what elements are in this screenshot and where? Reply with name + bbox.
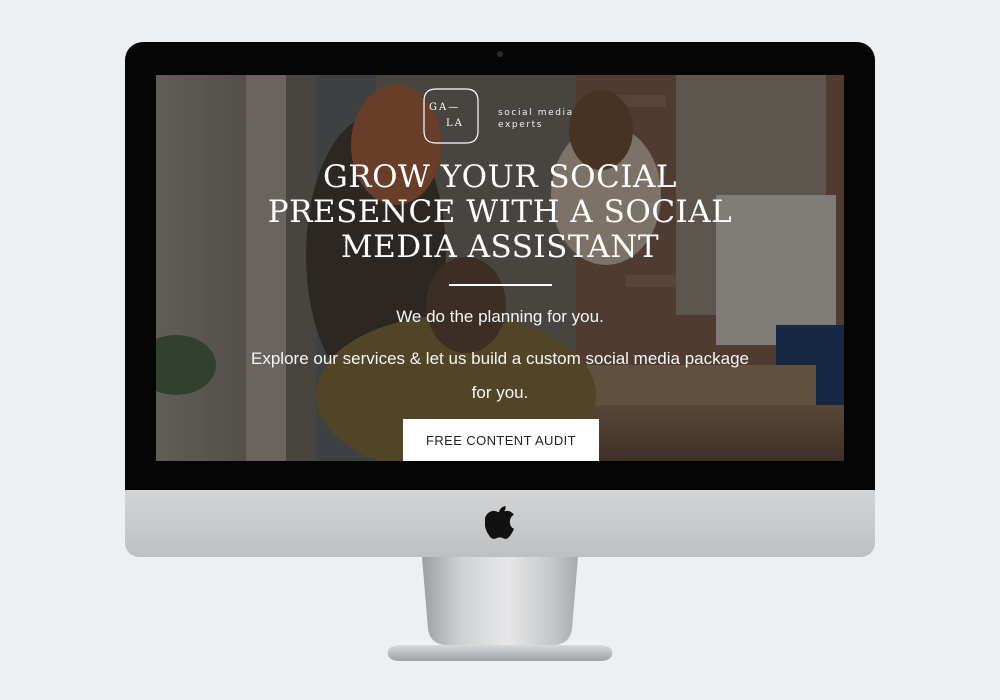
free-content-audit-button[interactable]: FREE CONTENT AUDIT — [403, 419, 599, 461]
headline-divider — [449, 284, 552, 286]
monitor-stand — [387, 557, 613, 661]
headline-line-3: MEDIA ASSISTANT — [340, 229, 660, 265]
gala-logo-mark: GA— LA — [422, 87, 480, 145]
tagline-line-2: experts — [498, 120, 544, 130]
logo-text-top: GA— — [429, 102, 461, 113]
product-mockup: GA— LA social media experts GROW YOUR SO… — [0, 0, 1000, 700]
apple-logo-icon — [485, 506, 514, 539]
tagline-line-1: social media — [498, 108, 574, 118]
hero-section: GA— LA social media experts GROW YOUR SO… — [156, 75, 844, 461]
site-logo[interactable]: GA— LA social media experts — [422, 87, 622, 145]
headline-line-1: GROW YOUR SOCIAL — [322, 159, 678, 195]
camera-icon — [497, 51, 503, 57]
hero-subtitle-2: Explore our services & let us build a cu… — [251, 349, 749, 402]
hero-headline: GROW YOUR SOCIAL PRESENCE WITH A SOCIAL … — [240, 160, 760, 265]
brand-tagline: social media experts — [498, 107, 574, 131]
logo-text-bottom: LA — [446, 118, 464, 129]
headline-line-2: PRESENCE WITH A SOCIAL — [267, 194, 733, 230]
rounded-square-logo-icon — [423, 88, 479, 144]
hero-subtitle-1: We do the planning for you. — [396, 307, 604, 326]
monitor-screen: GA— LA social media experts GROW YOUR SO… — [156, 75, 844, 461]
